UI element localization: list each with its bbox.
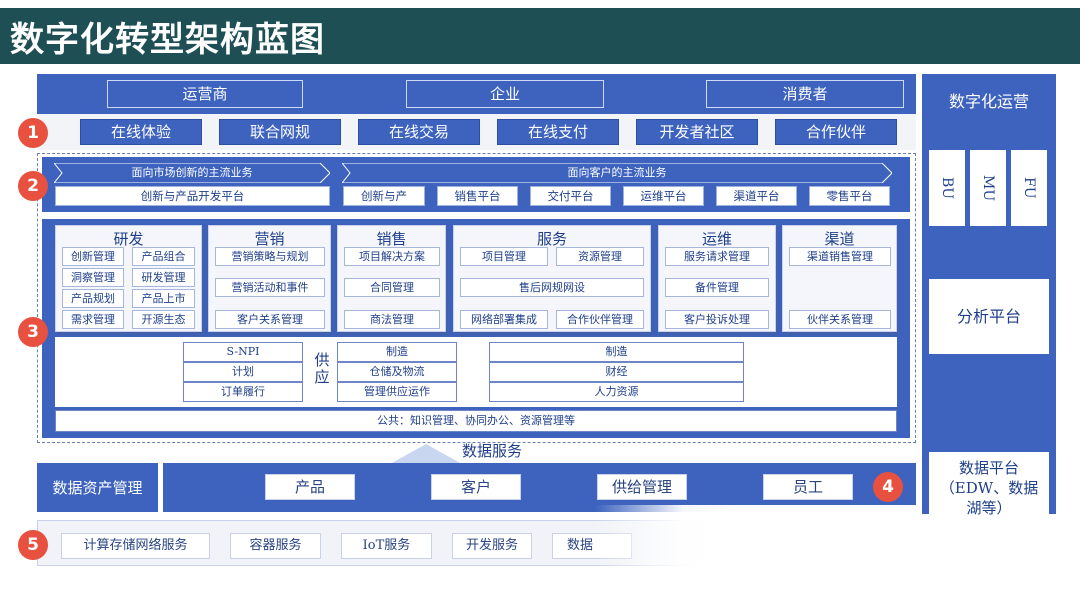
channel-online-payment: 在线支付 bbox=[497, 119, 619, 145]
rd-item-innovation: 创新管理 bbox=[62, 247, 124, 266]
platform-sales: 销售平台 bbox=[437, 186, 518, 206]
rd-item-portfolio: 产品组合 bbox=[132, 247, 195, 266]
svc-item-resource: 资源管理 bbox=[556, 247, 644, 266]
sales-item-legal: 商法管理 bbox=[344, 310, 440, 329]
unit-mu: MU bbox=[970, 150, 1006, 226]
supply-snpi: S-NPI bbox=[183, 342, 303, 362]
svc-item-aftersales: 售后网规网设 bbox=[460, 278, 644, 297]
data-service-arrow bbox=[390, 444, 462, 464]
support-finance: 财经 bbox=[489, 362, 744, 382]
supply-manufacture: 制造 bbox=[337, 342, 457, 362]
svc-item-deployment: 网络部署集成 bbox=[460, 310, 548, 329]
supply-order: 订单履行 bbox=[183, 382, 303, 402]
ch-item-sales: 渠道销售管理 bbox=[789, 247, 891, 266]
card-marketing: 营销 营销策略与规划 营销活动和事件 客户关系管理 bbox=[208, 225, 331, 332]
channel-online-trade: 在线交易 bbox=[358, 119, 480, 145]
badge-2: 2 bbox=[18, 171, 48, 201]
card-service: 服务 项目管理 资源管理 售后网规网设 网络部署集成 合作伙伴管理 bbox=[453, 225, 651, 332]
card-rd: 研发 创新管理 产品组合 洞察管理 研发管理 产品规划 产品上市 需求管理 开源… bbox=[55, 225, 202, 332]
data-platform-box: 数据平台 （EDW、数据 湖等） bbox=[929, 452, 1049, 524]
badge-5: 5 bbox=[18, 530, 48, 560]
operator-label: 运营商 bbox=[107, 80, 303, 108]
card-channel-title: 渠道 bbox=[824, 230, 855, 248]
supply-plan: 计划 bbox=[183, 362, 303, 382]
card-sales-title: 销售 bbox=[376, 230, 407, 248]
data-platform-line1: 数据平台 bbox=[958, 459, 1019, 477]
supply-area bbox=[55, 337, 897, 407]
platform-delivery: 交付平台 bbox=[530, 186, 611, 206]
supply-operations: 管理供应运作 bbox=[337, 382, 457, 402]
enterprise-label: 企业 bbox=[406, 80, 604, 108]
digital-ops-title: 数字化运营 bbox=[948, 92, 1029, 111]
card-channel: 渠道 渠道销售管理 伙伴关系管理 bbox=[782, 225, 897, 332]
card-service-title: 服务 bbox=[536, 230, 567, 248]
ops-item-complaint: 客户投诉处理 bbox=[665, 310, 769, 329]
ops-item-parts: 备件管理 bbox=[665, 278, 769, 297]
infra-compute: 计算存储网络服务 bbox=[61, 533, 210, 559]
sales-item-solutions: 项目解决方案 bbox=[344, 247, 440, 266]
innovation-platform: 创新与产品开发平台 bbox=[55, 186, 330, 206]
channel-developer-community: 开发者社区 bbox=[636, 119, 758, 145]
rd-item-rd-mgmt: 研发管理 bbox=[132, 268, 195, 287]
supply-label: 供应 bbox=[314, 351, 330, 386]
card-sales: 销售 项目解决方案 合同管理 商法管理 bbox=[337, 225, 446, 332]
rd-item-requirements: 需求管理 bbox=[62, 310, 124, 329]
data-asset-label: 数据资产管理 bbox=[52, 479, 143, 497]
ch-item-partner: 伙伴关系管理 bbox=[789, 310, 891, 329]
svc-item-project: 项目管理 bbox=[460, 247, 548, 266]
mkt-item-crm: 客户关系管理 bbox=[215, 310, 325, 329]
platform-ops: 运维平台 bbox=[623, 186, 704, 206]
badge-4: 4 bbox=[873, 472, 903, 502]
public-services: 公共：知识管理、协同办公、资源管理等 bbox=[55, 410, 897, 432]
unit-fu: FU bbox=[1011, 150, 1047, 226]
rd-item-launch: 产品上市 bbox=[132, 289, 195, 308]
badge-3: 3 bbox=[18, 317, 48, 347]
unit-bu: BU bbox=[929, 150, 965, 226]
data-service-label: 数据服务 bbox=[462, 442, 523, 460]
support-manufacture: 制造 bbox=[489, 342, 744, 362]
card-rd-title: 研发 bbox=[113, 230, 144, 248]
infra-iot: IoT服务 bbox=[341, 533, 432, 559]
channel-online-experience: 在线体验 bbox=[80, 119, 202, 145]
rd-item-insight: 洞察管理 bbox=[62, 268, 124, 287]
domain-customer: 客户 bbox=[431, 474, 521, 500]
right-header-text: 面向客户的主流业务 bbox=[567, 166, 667, 179]
left-header-text: 面向市场创新的主流业务 bbox=[131, 166, 253, 179]
platform-innovation: 创新与产 bbox=[343, 186, 425, 206]
domain-employee: 员工 bbox=[763, 474, 853, 500]
channel-joint-planning: 联合网规 bbox=[219, 119, 341, 145]
analysis-platform: 分析平台 bbox=[929, 279, 1049, 354]
support-hr: 人力资源 bbox=[489, 382, 744, 402]
page-title: 数字化转型架构蓝图 bbox=[0, 8, 1080, 64]
domain-product: 产品 bbox=[265, 474, 355, 500]
mkt-item-events: 营销活动和事件 bbox=[215, 278, 325, 297]
mkt-item-strategy: 营销策略与规划 bbox=[215, 247, 325, 266]
domain-supply: 供给管理 bbox=[597, 474, 687, 500]
supply-logistics: 仓储及物流 bbox=[337, 362, 457, 382]
consumer-label: 消费者 bbox=[706, 80, 904, 108]
platform-channel: 渠道平台 bbox=[716, 186, 797, 206]
channel-partners: 合作伙伴 bbox=[775, 119, 897, 145]
card-marketing-title: 营销 bbox=[254, 230, 285, 248]
rd-item-planning: 产品规划 bbox=[62, 289, 124, 308]
data-platform-line3: 湖等） bbox=[966, 499, 1012, 517]
badge-1: 1 bbox=[18, 118, 48, 148]
platform-retail: 零售平台 bbox=[809, 186, 890, 206]
sales-item-contract: 合同管理 bbox=[344, 278, 440, 297]
rd-item-opensource: 开源生态 bbox=[132, 310, 195, 329]
ops-item-request: 服务请求管理 bbox=[665, 247, 769, 266]
svc-item-partner: 合作伙伴管理 bbox=[556, 310, 644, 329]
data-platform-line2: （EDW、数据 bbox=[939, 479, 1039, 497]
infra-container: 容器服务 bbox=[230, 533, 321, 559]
infra-dev: 开发服务 bbox=[452, 533, 532, 559]
card-ops-title: 运维 bbox=[701, 230, 732, 248]
card-ops: 运维 服务请求管理 备件管理 客户投诉处理 bbox=[658, 225, 776, 332]
